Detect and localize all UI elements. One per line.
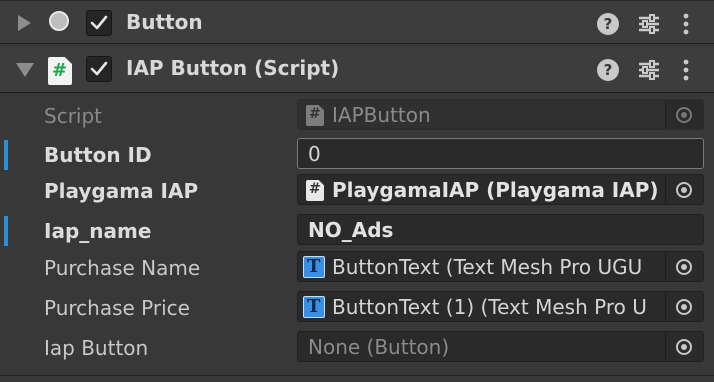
iap-button-component-header[interactable]: # IAP Button (Script) ?	[0, 47, 714, 93]
purchase-price-value: ButtonText (1) (Text Mesh Pro U	[332, 295, 647, 319]
object-picker-icon[interactable]	[665, 292, 703, 321]
more-options-icon[interactable]	[682, 13, 690, 35]
script-value: IAPButton	[332, 103, 431, 127]
purchase-price-object-field[interactable]: T ButtonText (1) (Text Mesh Pro U	[297, 291, 704, 322]
object-picker-icon[interactable]	[665, 252, 703, 281]
iap-name-row: Iap_name NO_Ads	[0, 212, 714, 250]
script-file-icon: #	[306, 105, 324, 126]
purchase-name-value: ButtonText (Text Mesh Pro UGU	[332, 255, 643, 279]
checkmark-icon	[90, 61, 108, 76]
text-mesh-pro-icon: T	[303, 256, 325, 278]
object-picker-icon[interactable]	[665, 332, 703, 361]
script-field: # IAPButton	[297, 99, 704, 130]
presets-icon[interactable]	[638, 13, 660, 35]
iap-name-input[interactable]: NO_Ads	[297, 214, 704, 245]
playgama-iap-value: PlaygamaIAP (Playgama IAP)	[332, 178, 659, 202]
foldout-collapsed-icon[interactable]	[18, 15, 31, 31]
bottom-divider	[0, 375, 714, 376]
checkmark-icon	[90, 15, 108, 30]
button-id-row: Button ID 0	[0, 136, 714, 174]
script-row: Script # IAPButton	[0, 97, 714, 135]
purchase-name-row: Purchase Name T ButtonText (Text Mesh Pr…	[0, 249, 714, 287]
button-id-input[interactable]: 0	[297, 138, 704, 169]
playgama-iap-object-field[interactable]: # PlaygamaIAP (Playgama IAP)	[297, 174, 704, 205]
object-picker-icon[interactable]	[665, 175, 703, 204]
foldout-expanded-icon[interactable]	[16, 63, 34, 77]
override-marker	[4, 216, 8, 246]
object-picker-icon	[665, 100, 703, 129]
help-icon[interactable]: ?	[597, 13, 619, 35]
iap-name-label: Iap_name	[44, 219, 152, 243]
iap-button-object-field[interactable]: None (Button)	[297, 331, 704, 362]
more-options-icon[interactable]	[682, 59, 690, 81]
script-label: Script	[44, 104, 103, 128]
script-icon: #	[48, 57, 72, 85]
component-title: Button	[126, 10, 203, 34]
purchase-name-label: Purchase Name	[44, 256, 201, 280]
playgama-iap-label: Playgama IAP	[44, 179, 199, 203]
button-id-label: Button ID	[44, 143, 152, 167]
purchase-name-object-field[interactable]: T ButtonText (Text Mesh Pro UGU	[297, 251, 704, 282]
button-component-header[interactable]: Button ?	[0, 0, 714, 44]
button-component-icon	[49, 11, 69, 31]
iap-button-enabled-checkbox[interactable]	[86, 56, 112, 82]
button-id-value: 0	[308, 142, 321, 166]
component-title: IAP Button (Script)	[126, 56, 340, 80]
script-file-icon: #	[306, 180, 324, 201]
text-mesh-pro-icon: T	[303, 296, 325, 318]
help-icon[interactable]: ?	[597, 59, 619, 81]
iap-name-value: NO_Ads	[308, 218, 394, 242]
override-marker	[4, 140, 8, 170]
iap-button-value: None (Button)	[308, 335, 450, 359]
iap-button-label: Iap Button	[44, 336, 149, 360]
iap-button-row: Iap Button None (Button)	[0, 329, 714, 367]
playgama-iap-row: Playgama IAP # PlaygamaIAP (Playgama IAP…	[0, 172, 714, 210]
purchase-price-label: Purchase Price	[44, 296, 190, 320]
presets-icon[interactable]	[638, 59, 660, 81]
purchase-price-row: Purchase Price T ButtonText (1) (Text Me…	[0, 289, 714, 327]
button-enabled-checkbox[interactable]	[86, 10, 112, 36]
